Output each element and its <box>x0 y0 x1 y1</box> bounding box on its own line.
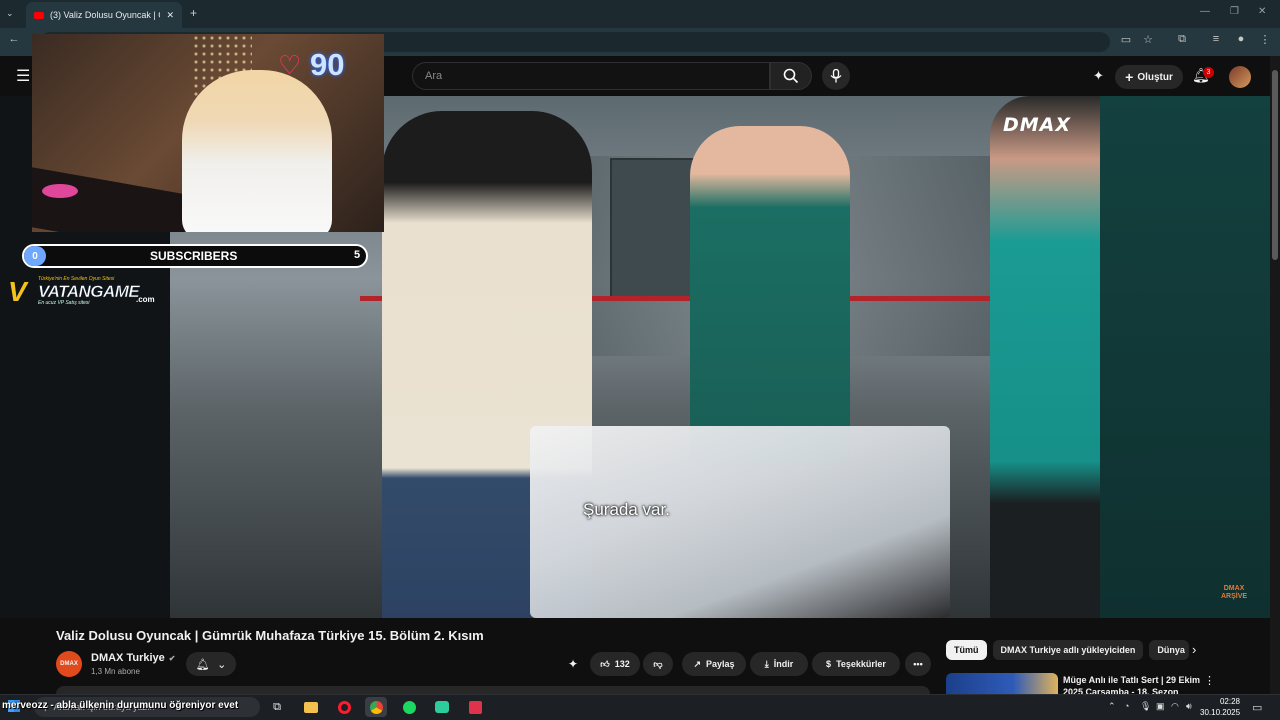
sponsor-logo: V Türkiye'nin En Sevilen Oyun Sitesi VAT… <box>8 276 158 308</box>
verified-icon: ✔ <box>168 653 176 663</box>
chevron-right-icon[interactable]: › <box>1192 642 1196 657</box>
browser-menu-icon[interactable]: ⋮ <box>1257 33 1273 46</box>
app-icon[interactable] <box>464 697 486 717</box>
subscribed-bell-button[interactable]: 🔔︎ ⌄ <box>186 652 236 676</box>
search-placeholder: Ara <box>425 70 443 82</box>
share-icon: ↗ <box>693 658 701 669</box>
subscriber-current: 0 <box>24 246 46 266</box>
chip-world[interactable]: Dünya <box>1149 640 1190 660</box>
share-button[interactable]: ↗ Paylaş <box>682 652 746 676</box>
tray-chevron-icon[interactable]: ⌃ <box>1108 701 1116 712</box>
media-controls-icon[interactable]: ≡ <box>1208 33 1224 45</box>
bell-icon: 🔔︎ <box>195 658 210 671</box>
chevron-down-icon: ⌄ <box>217 658 227 671</box>
extensions-icon[interactable]: ⧉ <box>1174 33 1190 46</box>
channel-avatar[interactable]: DMAX <box>56 651 82 677</box>
thumbs-down-icon: 👎︎ <box>653 658 663 669</box>
download-button[interactable]: ⤓ İndir <box>750 652 808 676</box>
profile-icon[interactable]: ● <box>1233 33 1249 45</box>
search-input[interactable]: Ara <box>412 62 770 90</box>
tray-mic-icon[interactable]: 🎙︎ <box>1140 701 1151 712</box>
related-chips: Tümü DMAX Turkiye adlı yükleyiciden Düny… <box>946 640 1190 660</box>
new-tab-button[interactable]: + <box>190 6 197 20</box>
file-explorer-icon[interactable] <box>300 697 322 717</box>
dmax-corner-logo: DMAX ARŞİVE <box>1221 585 1247 601</box>
like-button[interactable]: 👍︎ 132 <box>590 652 640 676</box>
tab-search-icon[interactable]: ⌄ <box>6 8 14 19</box>
subscriber-goal-label: SUBSCRIBERS <box>150 249 238 263</box>
plus-icon: + <box>1125 69 1134 85</box>
subscriber-goal-target: 5 <box>354 249 361 261</box>
share-label: Paylaş <box>706 659 735 669</box>
right-backdrop <box>1100 96 1270 618</box>
minimize-button[interactable]: — <box>1200 6 1210 17</box>
search-button[interactable] <box>770 62 812 90</box>
stream-chat-ticker: merveozz - abla ülkenin durumunu öğreniy… <box>2 700 239 711</box>
account-avatar[interactable] <box>1229 66 1251 88</box>
dmax-watermark: DMAX <box>1003 114 1072 136</box>
super-thanks-icon: $ <box>826 659 832 669</box>
clock-time: 02:28 <box>1219 697 1240 706</box>
chrome-icon[interactable] <box>365 697 387 717</box>
tray-icon[interactable]: ◔ <box>1124 701 1129 711</box>
recommended-menu-icon[interactable]: ⋮ <box>1204 674 1215 687</box>
heart-count: 90 <box>310 47 345 82</box>
opera-icon[interactable] <box>333 697 355 717</box>
chip-all[interactable]: Tümü <box>946 640 987 660</box>
premium-badge-icon[interactable]: ✦ <box>568 657 578 671</box>
create-label: Oluştur <box>1137 71 1173 83</box>
sponsor-domain: .com <box>136 295 155 304</box>
download-label: İndir <box>773 659 794 669</box>
microphone-icon <box>830 69 842 83</box>
voice-search-button[interactable] <box>822 62 850 90</box>
youtube-favicon-icon <box>34 11 44 19</box>
bookmark-star-icon[interactable]: ☆ <box>1140 33 1156 46</box>
premium-icon[interactable]: ✦ <box>1093 68 1104 84</box>
browser-tab[interactable]: (3) Valiz Dolusu Oyuncak | Gümr ✕ <box>26 2 182 28</box>
search-icon <box>783 68 799 84</box>
notification-badge: 3 <box>1203 67 1214 78</box>
tab-close-icon[interactable]: ✕ <box>166 10 174 21</box>
task-view-icon[interactable]: ⧉ <box>266 697 288 717</box>
thanks-label: Teşekkürler <box>836 659 886 669</box>
clock-date: 30.10.2025 <box>1200 708 1241 717</box>
sponsor-v-mark: V <box>8 276 27 307</box>
hamburger-menu-icon[interactable]: ☰ <box>16 66 30 86</box>
tray-network-icon[interactable]: ▣ <box>1156 701 1165 712</box>
subscriber-count: 1,3 Mn abone <box>91 667 140 676</box>
channel-name-text: DMAX Turkiye <box>91 652 165 664</box>
notification-center-icon[interactable]: ▭ <box>1252 701 1262 714</box>
thumbs-up-icon: 👍︎ <box>600 658 610 669</box>
close-window-button[interactable]: ✕ <box>1258 6 1266 17</box>
discord-icon[interactable] <box>431 697 453 717</box>
create-button[interactable]: + Oluştur <box>1115 65 1183 89</box>
chip-from-uploader[interactable]: DMAX Turkiye adlı yükleyiciden <box>992 640 1144 660</box>
spotify-icon[interactable] <box>398 697 420 717</box>
video-title: Valiz Dolusu Oyuncak | Gümrük Muhafaza T… <box>56 628 484 643</box>
corner-logo-sub: ARŞİVE <box>1221 593 1248 600</box>
cast-icon[interactable]: ▭ <box>1118 33 1134 46</box>
maximize-button[interactable]: ❐ <box>1230 6 1239 17</box>
sponsor-sub: En ucuz VP Satış sitesi <box>38 300 90 306</box>
tray-wifi-icon[interactable]: ◠ <box>1171 701 1179 712</box>
thanks-button[interactable]: $ Teşekkürler <box>812 652 900 676</box>
more-actions-button[interactable]: ••• <box>905 652 931 676</box>
sponsor-name: VATANGAME <box>38 282 140 302</box>
scrollbar-thumb[interactable] <box>1272 70 1278 260</box>
tab-title: (3) Valiz Dolusu Oyuncak | Gümr <box>50 10 160 20</box>
heart-icon: ♡ <box>278 50 302 80</box>
video-subtitle: Şurada var. <box>583 500 670 519</box>
tray-volume-icon[interactable]: 🔊︎ <box>1186 701 1192 712</box>
download-icon: ⤓ <box>764 658 769 669</box>
dislike-button[interactable]: 👎︎ <box>643 652 673 676</box>
channel-name[interactable]: DMAX Turkiye ✔ <box>91 652 175 664</box>
like-count: 132 <box>614 659 630 669</box>
back-arrow-icon[interactable]: ← <box>6 33 22 45</box>
taskbar-clock[interactable]: 02:28 30.10.2025 <box>1200 696 1240 718</box>
corner-logo-text: DMAX <box>1223 585 1245 592</box>
